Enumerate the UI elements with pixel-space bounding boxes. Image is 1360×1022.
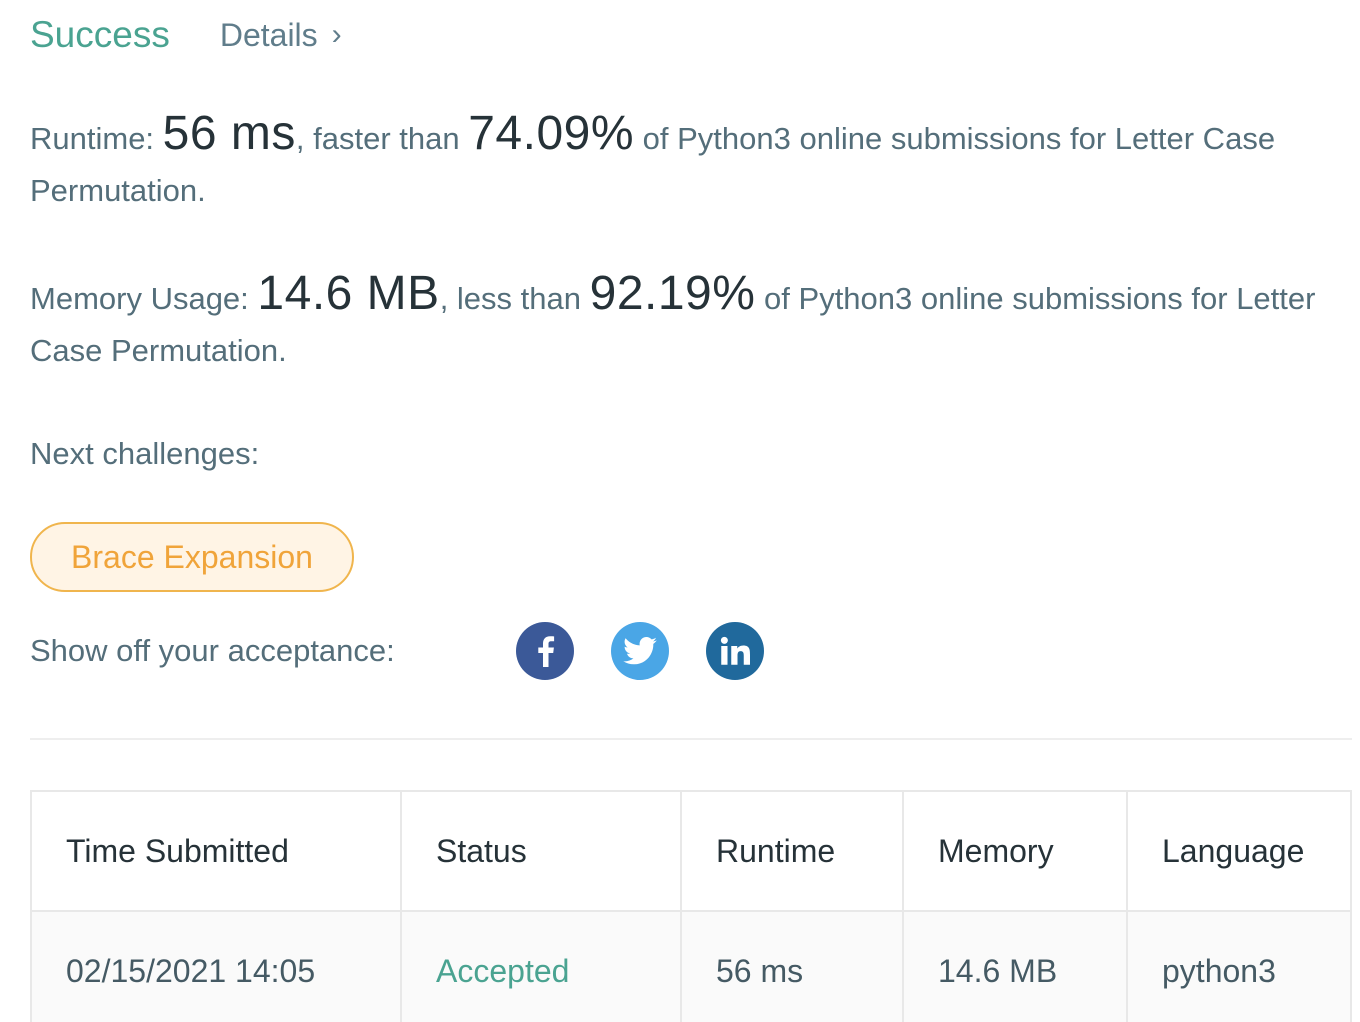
- facebook-icon[interactable]: [516, 622, 574, 680]
- runtime-label: Runtime:: [30, 121, 155, 156]
- cell-status-link[interactable]: Accepted: [400, 910, 682, 1022]
- runtime-comparison: , faster than: [295, 121, 460, 156]
- cell-runtime: 56 ms: [680, 910, 904, 1022]
- memory-percent: 92.19%: [589, 267, 756, 320]
- memory-value: 14.6 MB: [257, 267, 440, 320]
- memory-label: Memory Usage:: [30, 281, 249, 316]
- table-header-row: Time Submitted Status Runtime Memory Lan…: [30, 790, 1352, 912]
- runtime-stat: Runtime: 56 ms, faster than 74.09% of Py…: [30, 108, 1340, 217]
- details-link[interactable]: Details ›: [220, 17, 342, 54]
- next-challenges-label: Next challenges:: [30, 436, 260, 471]
- section-divider: [30, 738, 1352, 740]
- share-label: Show off your acceptance:: [30, 633, 395, 668]
- challenge-tag-brace-expansion[interactable]: Brace Expansion: [30, 522, 354, 592]
- linkedin-icon[interactable]: [706, 622, 764, 680]
- result-header: Success Details ›: [30, 10, 342, 60]
- column-header-runtime: Runtime: [680, 790, 904, 912]
- cell-memory: 14.6 MB: [902, 910, 1128, 1022]
- cell-time-submitted: 02/15/2021 14:05: [30, 910, 402, 1022]
- submission-result-page: Success Details › Runtime: 56 ms, faster…: [0, 0, 1360, 1022]
- share-icons: [516, 622, 764, 680]
- column-header-memory: Memory: [902, 790, 1128, 912]
- column-header-language: Language: [1126, 790, 1352, 912]
- memory-comparison: , less than: [439, 281, 581, 316]
- runtime-value: 56 ms: [162, 107, 296, 160]
- table-row: 02/15/2021 14:05 Accepted 56 ms 14.6 MB …: [30, 910, 1352, 1022]
- chevron-right-icon: ›: [331, 18, 342, 51]
- twitter-icon[interactable]: [611, 622, 669, 680]
- column-header-time: Time Submitted: [30, 790, 402, 912]
- column-header-status: Status: [400, 790, 682, 912]
- submissions-table: Time Submitted Status Runtime Memory Lan…: [30, 790, 1352, 1022]
- share-row: Show off your acceptance:: [30, 622, 764, 680]
- cell-language: python3: [1126, 910, 1352, 1022]
- memory-stat: Memory Usage: 14.6 MB, less than 92.19% …: [30, 268, 1340, 377]
- runtime-percent: 74.09%: [468, 107, 635, 160]
- status-title: Success: [30, 14, 170, 55]
- details-label: Details: [219, 16, 318, 53]
